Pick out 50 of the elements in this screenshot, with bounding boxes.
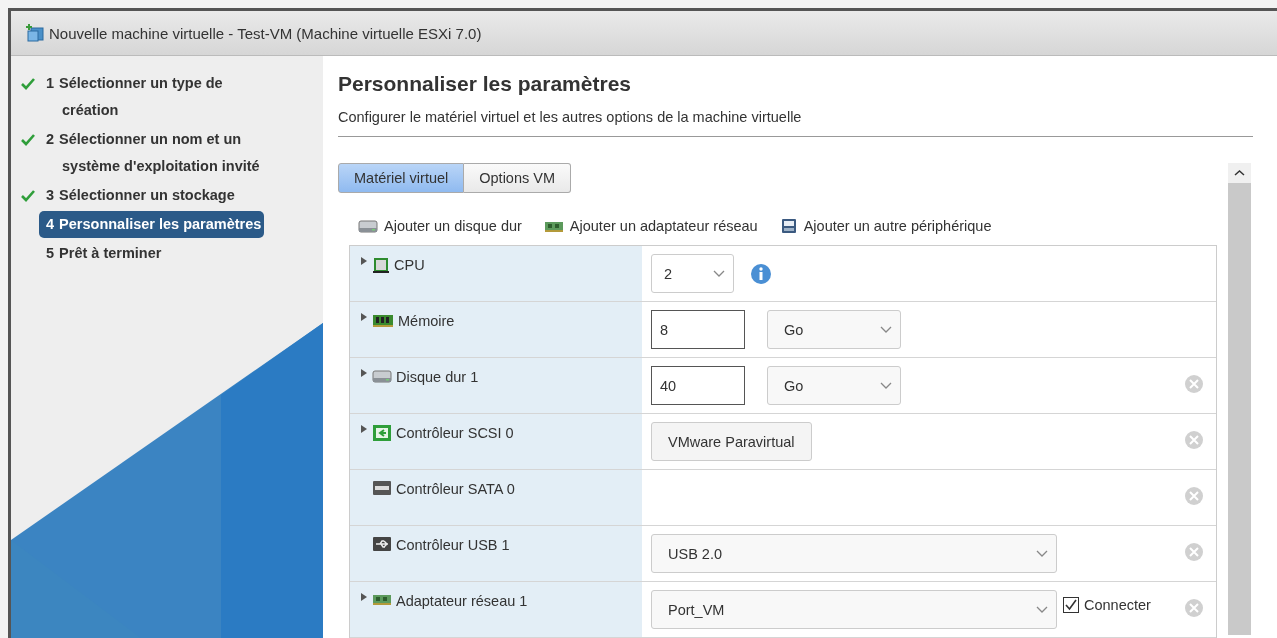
tab[interactable]: Matériel virtuel — [338, 163, 465, 193]
chip-icon — [372, 256, 390, 274]
dropdown[interactable]: Go — [767, 366, 901, 405]
text-field[interactable]: VMware Paravirtual — [651, 422, 812, 461]
wizard-step[interactable]: 5 Prêt à terminer — [39, 240, 265, 267]
device-label: Adaptateur réseau 1 — [396, 592, 528, 610]
chevron-down-icon[interactable] — [880, 325, 892, 334]
wizard-step[interactable]: 1 Sélectionner un type de création — [39, 70, 265, 124]
number-field[interactable]: 8 — [651, 310, 745, 349]
device-label: Contrôleur SATA 0 — [396, 480, 515, 498]
expand-icon[interactable] — [360, 592, 368, 602]
dropdown[interactable]: USB 2.0 — [651, 534, 1057, 573]
tab[interactable]: Options VM — [464, 163, 572, 193]
chevron-down-icon[interactable] — [1036, 549, 1048, 558]
window-title: Nouvelle machine virtuelle - Test-VM (Machine virtuelle ESXi 7.0) — [49, 24, 482, 42]
page-subtitle: Configurer le matériel virtuel et les autres options de la machine virtuelle — [338, 108, 803, 127]
expand-icon[interactable] — [360, 312, 368, 322]
expand-icon[interactable] — [360, 424, 368, 434]
checkbox[interactable]: Connecter — [1063, 597, 1151, 613]
device-label: Contrôleur USB 1 — [396, 536, 510, 554]
expand-icon[interactable] — [360, 256, 368, 266]
page-heading: Personnaliser les paramètres — [338, 71, 632, 97]
device-label: CPU — [394, 256, 425, 274]
dropdown[interactable]: 2 — [651, 254, 734, 293]
wizard-step[interactable]: 3 Sélectionner un stockage — [39, 182, 265, 209]
dropdown[interactable]: Port_VM — [651, 590, 1057, 629]
expand-icon[interactable] — [360, 368, 368, 378]
controller-icon — [372, 424, 392, 442]
checkbox-icon[interactable] — [1063, 597, 1079, 613]
device-icon — [779, 217, 798, 235]
device-label: Disque dur 1 — [396, 368, 479, 386]
new-vm-icon — [25, 23, 45, 43]
wizard-step[interactable]: 2 Sélectionner un nom et un système d'exploitation invité — [39, 126, 265, 180]
number-field[interactable]: 40 — [651, 366, 745, 405]
info-icon[interactable] — [750, 263, 772, 285]
toolbar-link[interactable]: Ajouter un disque dur — [358, 217, 522, 235]
wizard-step[interactable]: 4 Personnaliser les paramètres — [39, 211, 265, 238]
chevron-down-icon[interactable] — [880, 381, 892, 390]
sata-icon — [372, 480, 392, 496]
network-card-icon — [543, 219, 564, 233]
network-card-icon — [372, 592, 392, 606]
usb-icon — [372, 536, 392, 552]
device-label: Mémoire — [398, 312, 455, 330]
toolbar-link[interactable]: Ajouter un adaptateur réseau — [543, 217, 758, 235]
chevron-down-icon[interactable] — [1036, 605, 1048, 614]
toolbar-link[interactable]: Ajouter un autre périphérique — [779, 217, 992, 235]
chevron-down-icon[interactable] — [713, 269, 725, 278]
memory-module-icon — [372, 312, 394, 328]
dropdown[interactable]: Go — [767, 310, 901, 349]
device-label: Contrôleur SCSI 0 — [396, 424, 514, 442]
